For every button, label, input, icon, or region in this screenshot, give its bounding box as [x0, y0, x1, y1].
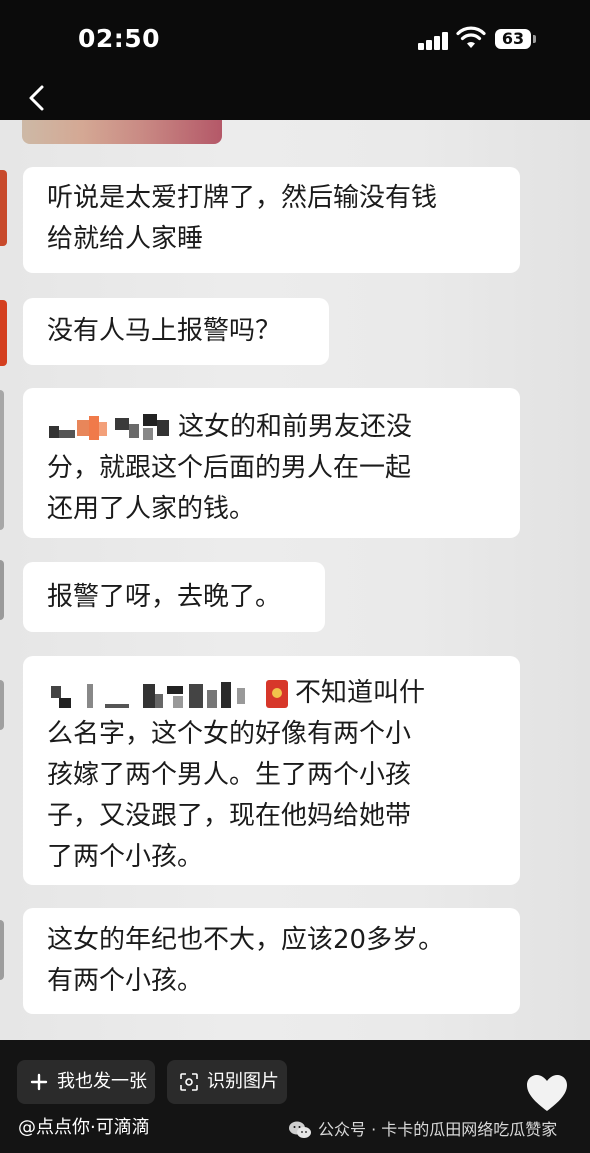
cellular-signal-icon	[418, 30, 450, 50]
chat-message: 听说是太爱打牌了，然后输没有钱 给就给人家睡	[23, 167, 520, 273]
avatar	[0, 560, 4, 620]
wifi-icon	[456, 26, 486, 48]
shared-image-thumbnail	[22, 120, 222, 144]
heart-icon[interactable]	[525, 1073, 569, 1113]
back-arrow-icon[interactable]	[22, 82, 52, 114]
status-bar: 02:50 63	[0, 0, 590, 80]
bottom-bar: 我也发一张 识别图片 @点点你·可滴滴 公众号 · 卡卡的瓜田网络吃瓜赞家	[0, 1040, 590, 1153]
wechat-watermark-text: 公众号 · 卡卡的瓜田网络吃瓜赞家	[318, 1120, 558, 1139]
status-time: 02:50	[78, 24, 161, 53]
post-one-button[interactable]: 我也发一张	[17, 1060, 155, 1104]
chat-message: 这女的和前男友还没 分，就跟这个后面的男人在一起 还用了人家的钱。	[23, 388, 520, 538]
author-line[interactable]: @点点你·可滴滴	[18, 1116, 150, 1140]
recognize-image-button[interactable]: 识别图片	[167, 1060, 287, 1104]
wechat-icon	[289, 1121, 311, 1138]
message-text: 不知道叫什 么名字，这个女的好像有两个小 孩嫁了两个男人。生了两个小孩 子，又没…	[47, 678, 426, 872]
message-text: 报警了呀，去晚了。	[47, 582, 282, 612]
avatar	[0, 170, 7, 246]
avatar	[0, 390, 4, 530]
chat-photo[interactable]: 听说是太爱打牌了，然后输没有钱 给就给人家睡 没有人马上报警吗？ 这女的和前男友…	[0, 120, 590, 1040]
chat-message: 报警了呀，去晚了。	[23, 562, 325, 632]
chat-message: 没有人马上报警吗？	[23, 298, 329, 365]
plus-icon	[30, 1073, 48, 1091]
recognize-image-label: 识别图片	[207, 1071, 279, 1092]
message-text: 听说是太爱打牌了，然后输没有钱 给就给人家睡	[47, 183, 438, 254]
nav-bar	[0, 80, 590, 120]
avatar	[0, 920, 4, 980]
battery-level: 63	[495, 29, 531, 49]
message-text: 这女的和前男友还没 分，就跟这个后面的男人在一起 还用了人家的钱。	[47, 412, 413, 524]
chat-message: 不知道叫什 么名字，这个女的好像有两个小 孩嫁了两个男人。生了两个小孩 子，又没…	[23, 656, 520, 885]
post-one-label: 我也发一张	[57, 1071, 147, 1092]
battery-tip	[533, 35, 536, 43]
scan-icon	[180, 1073, 198, 1091]
message-text: 这女的年纪也不大，应该20多岁。 有两个小孩。	[47, 925, 445, 996]
message-text: 没有人马上报警吗？	[47, 316, 282, 346]
chat-message: 这女的年纪也不大，应该20多岁。 有两个小孩。	[23, 908, 520, 1014]
avatar	[0, 300, 7, 366]
avatar	[0, 680, 4, 730]
wechat-watermark: 公众号 · 卡卡的瓜田网络吃瓜赞家	[288, 1119, 557, 1141]
